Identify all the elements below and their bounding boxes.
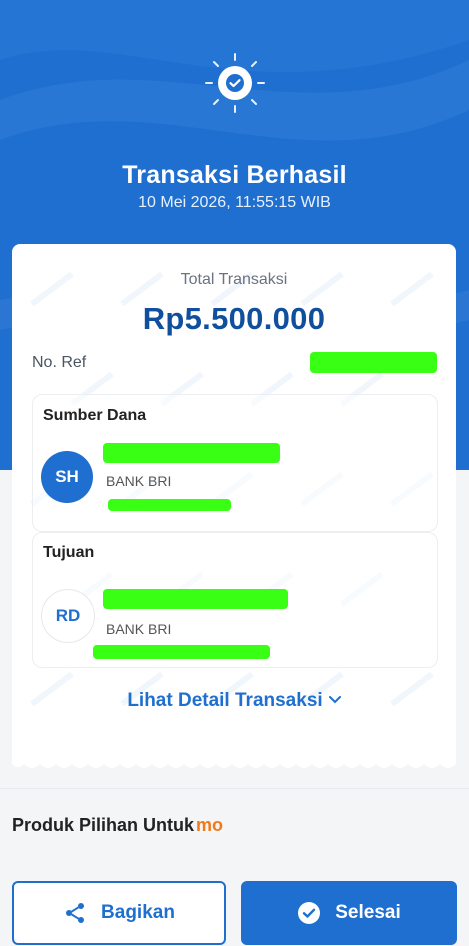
total-amount: Rp5.500.000 xyxy=(142,301,326,336)
receipt-scallop-edge xyxy=(12,760,456,768)
page-title: Transaksi Berhasil xyxy=(122,161,347,189)
destination-section: Tujuan RD BANK BRI xyxy=(32,532,438,668)
destination-name-redacted xyxy=(103,589,288,609)
avatar: RD xyxy=(41,589,95,643)
done-button[interactable]: Selesai xyxy=(241,881,457,945)
success-badge xyxy=(204,52,266,114)
promo-heading: Produk Pilihan Untuk mo xyxy=(12,815,223,836)
share-icon xyxy=(63,901,87,925)
ref-number-redacted xyxy=(310,352,437,373)
total-label: Total Transaksi xyxy=(180,271,288,288)
brand-logo: mo xyxy=(196,815,224,835)
source-account-redacted xyxy=(108,499,231,511)
ref-label: No. Ref xyxy=(32,354,87,371)
destination-account-redacted xyxy=(93,645,270,659)
share-button[interactable]: Bagikan xyxy=(12,881,226,945)
check-icon xyxy=(218,66,252,100)
promo-label: Produk Pilihan Untuk xyxy=(12,815,195,835)
source-title: Sumber Dana xyxy=(43,407,147,424)
view-details-label: Lihat Detail Transaksi xyxy=(127,690,323,711)
check-circle-icon xyxy=(297,901,321,925)
destination-title: Tujuan xyxy=(43,544,95,561)
source-name-redacted xyxy=(103,443,280,463)
chevron-down-icon xyxy=(328,692,341,707)
source-section: Sumber Dana SH BANK BRI xyxy=(32,394,438,532)
done-label: Selesai xyxy=(335,902,401,923)
section-divider xyxy=(0,788,469,789)
view-details-link[interactable]: Lihat Detail Transaksi xyxy=(12,690,456,712)
transaction-datetime: 10 Mei 2026, 11:55:15 WIB xyxy=(138,194,331,211)
avatar: SH xyxy=(41,451,93,503)
source-bank: BANK BRI xyxy=(106,473,172,489)
share-label: Bagikan xyxy=(101,902,175,923)
receipt-card: Total Transaksi Rp5.500.000 No. Ref Sumb… xyxy=(12,244,456,764)
destination-bank: BANK BRI xyxy=(106,621,172,637)
